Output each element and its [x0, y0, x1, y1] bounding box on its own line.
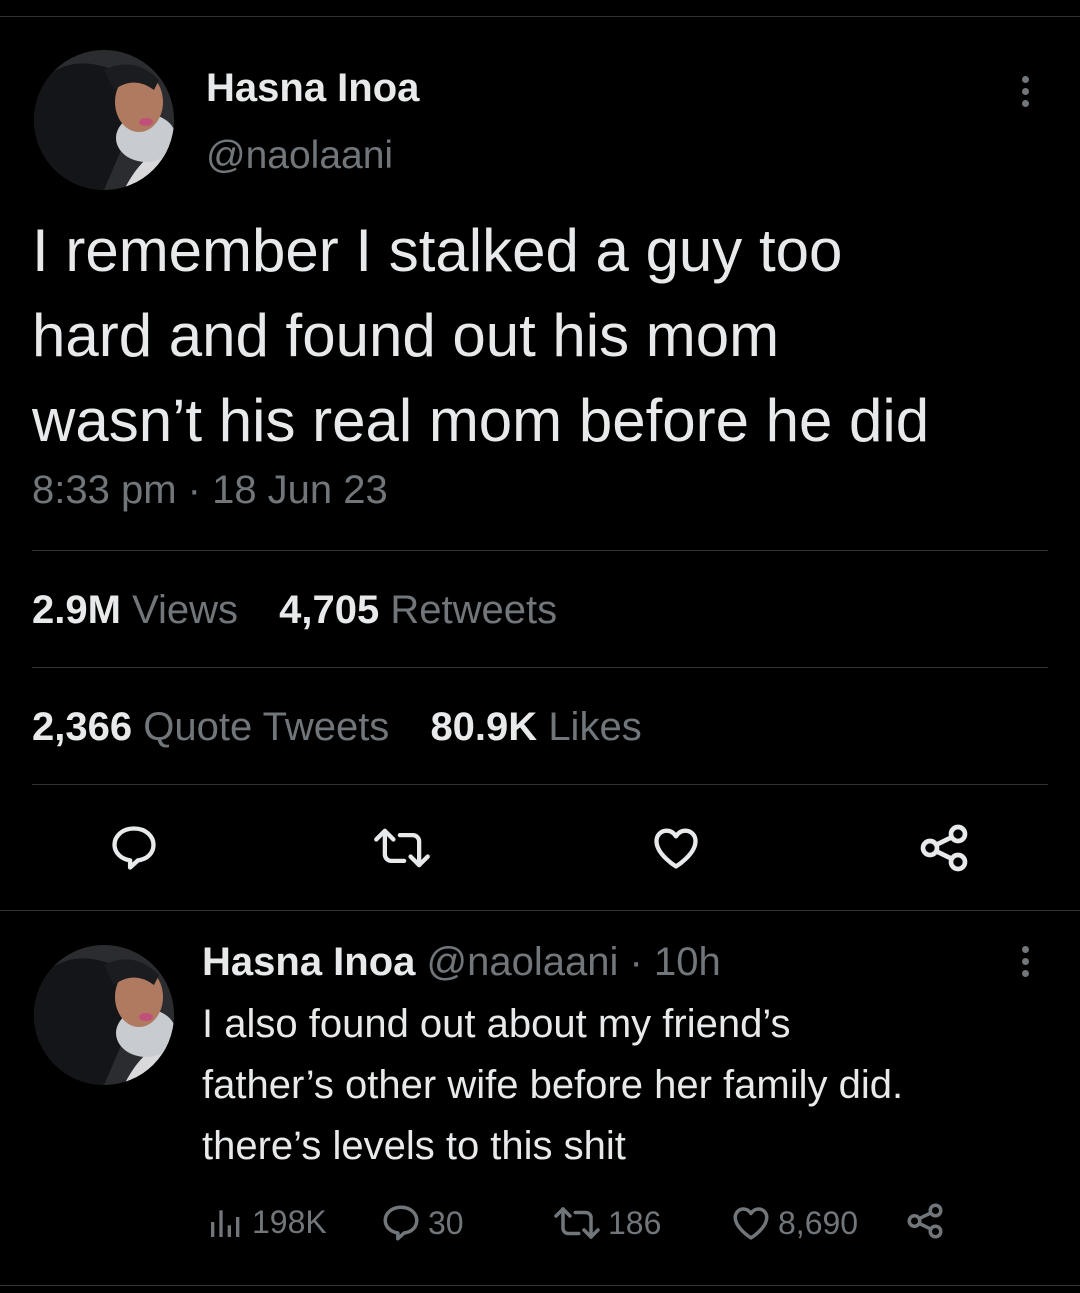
reply-retweets[interactable]: 186: [552, 1202, 661, 1244]
reply-likes-count: 8,690: [778, 1204, 859, 1241]
quotes-stat[interactable]: 2,366 Quote Tweets: [32, 705, 389, 749]
retweets-stat[interactable]: 4,705 Retweets: [279, 588, 557, 632]
reply-views-count: 198K: [252, 1203, 327, 1240]
reply-text: I also found out about my friend’s fathe…: [202, 994, 903, 1177]
reply-more-options-icon[interactable]: [1020, 946, 1030, 982]
stats-row-2: 2,366 Quote Tweets 80.9K Likes: [32, 705, 672, 750]
divider: [32, 784, 1048, 785]
reply-retweets-count: 186: [608, 1204, 662, 1241]
tweet-text: I remember I stalked a guy too hard and …: [32, 208, 929, 463]
like-icon[interactable]: [650, 822, 702, 874]
top-divider: [0, 16, 1080, 17]
divider: [32, 667, 1048, 668]
reply-author-name[interactable]: Hasna Inoa: [202, 940, 415, 984]
reply-text-line: father’s other wife before her family di…: [202, 1063, 904, 1107]
likes-stat[interactable]: 80.9K Likes: [430, 705, 641, 749]
author-name[interactable]: Hasna Inoa: [206, 66, 419, 111]
bottom-divider: [0, 1285, 1080, 1286]
reply-share-icon[interactable]: [904, 1200, 952, 1242]
reply-author-handle[interactable]: @naolaani: [427, 940, 619, 984]
tweet-text-line: hard and found out his mom: [32, 302, 780, 369]
retweet-icon[interactable]: [372, 822, 432, 874]
more-options-icon[interactable]: [1020, 76, 1030, 112]
stats-row-1: 2.9M Views 4,705 Retweets: [32, 588, 587, 633]
reply-text-line: I also found out about my friend’s: [202, 1002, 791, 1046]
share-icon[interactable]: [916, 820, 972, 876]
tweet-timestamp[interactable]: 8:33 pm · 18 Jun 23: [32, 468, 388, 513]
tweet-text-line: wasn’t his real mom before he did: [32, 387, 930, 454]
divider: [32, 550, 1048, 551]
avatar[interactable]: [34, 50, 174, 190]
reply-avatar[interactable]: [34, 945, 174, 1085]
reply-icon[interactable]: [108, 822, 160, 874]
reply-time-ago[interactable]: · 10h: [630, 940, 721, 984]
tweet-text-line: I remember I stalked a guy too: [32, 217, 843, 284]
views-stat[interactable]: 2.9M Views: [32, 588, 238, 632]
reply-likes[interactable]: 8,690: [730, 1202, 858, 1244]
reply-replies[interactable]: 30: [380, 1202, 464, 1244]
reply-text-line: there’s levels to this shit: [202, 1124, 626, 1168]
reply-header: Hasna Inoa @naolaani · 10h: [202, 940, 721, 985]
section-divider: [0, 910, 1080, 911]
author-handle[interactable]: @naolaani: [206, 134, 393, 178]
reply-replies-count: 30: [428, 1204, 464, 1241]
reply-views[interactable]: 198K: [206, 1202, 327, 1242]
